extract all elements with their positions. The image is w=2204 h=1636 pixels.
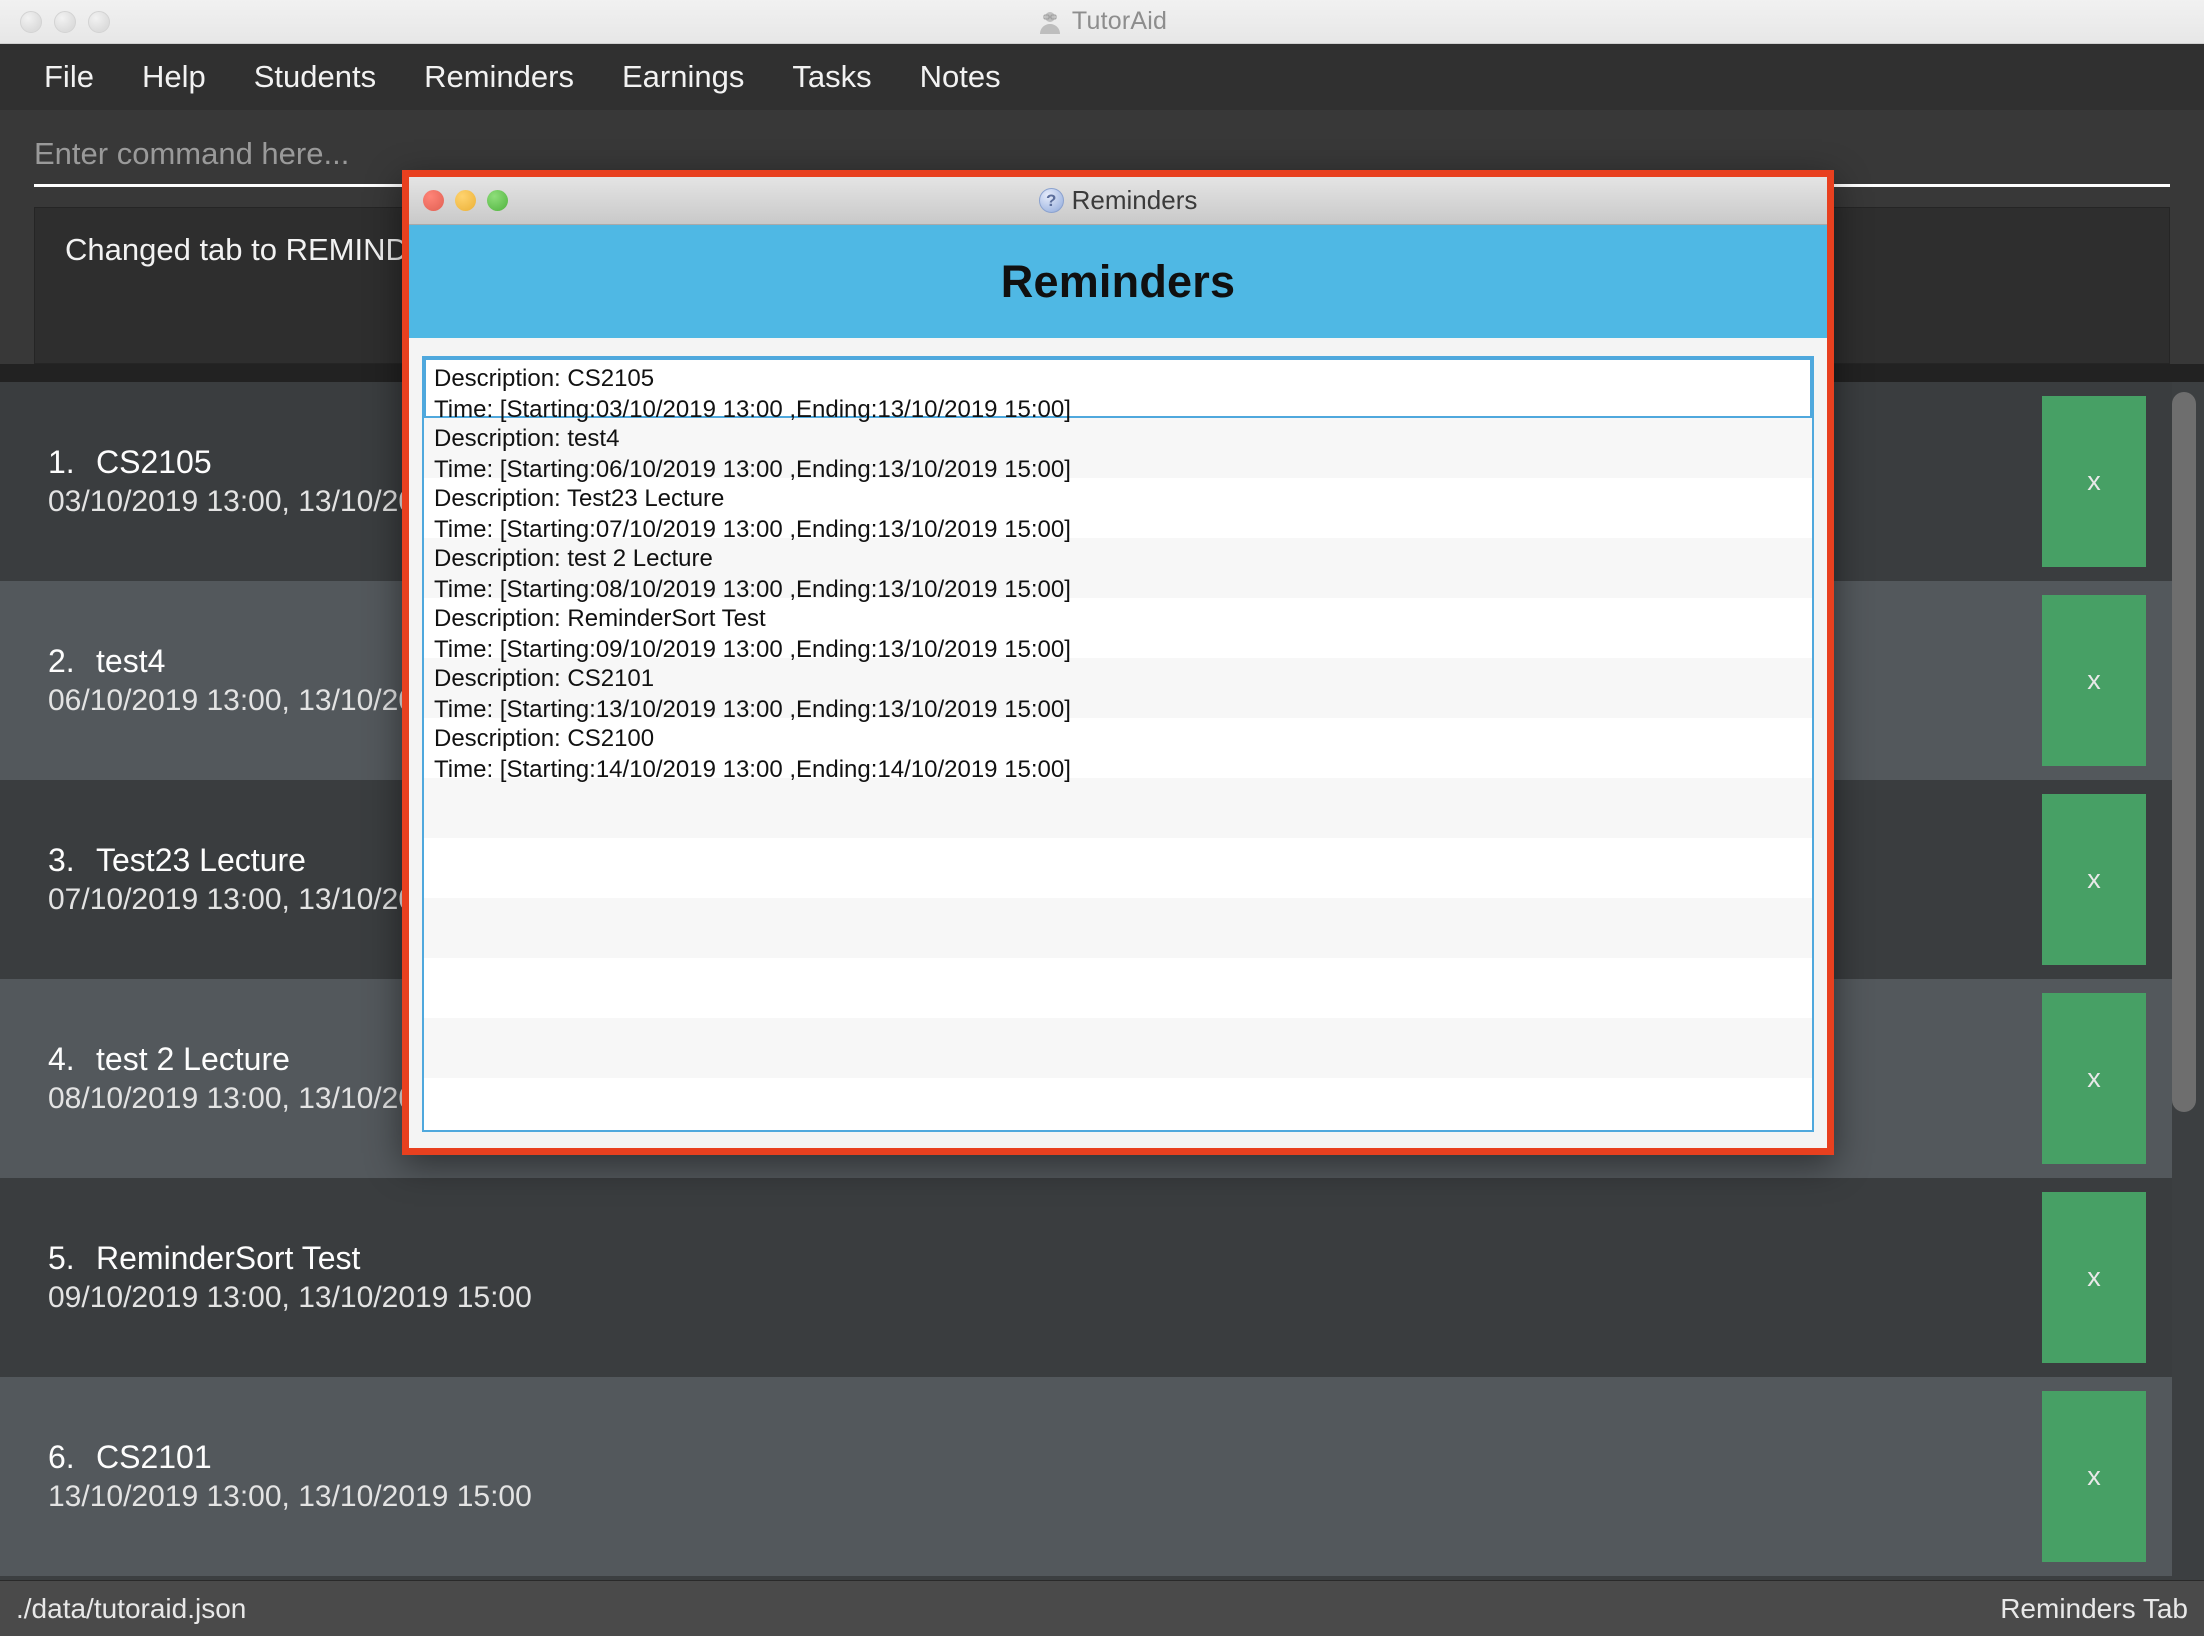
dialog-minimize-button[interactable] <box>455 190 476 211</box>
delete-reminder-button[interactable]: x <box>2042 396 2146 567</box>
list-item[interactable]: Description: test4 Time: [Starting:06/10… <box>424 418 1812 483</box>
delete-reminder-button[interactable]: x <box>2042 595 2146 766</box>
dialog-header-title: Reminders <box>1000 255 1236 307</box>
dialog-window-title: Reminders <box>1071 185 1198 215</box>
menu-item-help[interactable]: Help <box>118 55 230 99</box>
item-time: Time: [Starting:14/10/2019 13:00 ,Ending… <box>434 756 1071 784</box>
item-time: Time: [Starting:13/10/2019 13:00 ,Ending… <box>434 696 1071 724</box>
reminder-time: 13/10/2019 13:00, 13/10/2019 15:00 <box>48 1480 532 1513</box>
reminder-title: 5. ReminderSort Test <box>48 1240 2018 1277</box>
reminders-dialog: ? Reminders Reminders Description: CS210… <box>402 170 1834 1155</box>
menu-item-reminders[interactable]: Reminders <box>400 55 598 99</box>
list-item[interactable]: Description: test 2 Lecture Time: [Start… <box>424 538 1812 603</box>
menu-item-earnings[interactable]: Earnings <box>598 55 768 99</box>
item-description: Description: CS2101 <box>434 665 655 692</box>
help-question-icon: ? <box>1038 188 1064 213</box>
reminder-index: 5. <box>48 1240 75 1276</box>
delete-reminder-button[interactable]: x <box>2042 1192 2146 1363</box>
delete-reminder-button[interactable]: x <box>2042 993 2146 1164</box>
list-item[interactable]: Description: CS2100 Time: [Starting:14/1… <box>424 718 1812 783</box>
reminder-name: CS2105 <box>96 444 212 480</box>
dialog-titlebar: ? Reminders <box>409 177 1827 225</box>
menu-item-students[interactable]: Students <box>230 55 400 99</box>
item-description: Description: test 2 Lecture <box>434 545 713 572</box>
table-row[interactable]: 5. ReminderSort Test 09/10/2019 13:00, 13… <box>0 1178 2172 1377</box>
list-item-empty <box>424 958 1812 1018</box>
list-item-empty <box>424 838 1812 898</box>
item-description: Description: ReminderSort Test <box>434 605 766 632</box>
item-description: Description: Test23 Lecture <box>434 485 725 512</box>
list-item[interactable]: Description: ReminderSort Test Time: [St… <box>424 598 1812 663</box>
list-scrollbar[interactable] <box>2172 382 2204 1580</box>
status-current-tab: Reminders Tab <box>2000 1592 2188 1624</box>
reminder-index: 6. <box>48 1439 75 1475</box>
item-time: Time: [Starting:08/10/2019 13:00 ,Ending… <box>434 576 1071 604</box>
minimize-button[interactable] <box>54 10 76 33</box>
reminder-name: CS2101 <box>96 1439 212 1475</box>
list-item-empty <box>424 1018 1812 1078</box>
delete-reminder-button[interactable]: x <box>2042 794 2146 965</box>
item-time: Time: [Starting:03/10/2019 13:00 ,Ending… <box>434 396 1071 424</box>
reminder-time: 09/10/2019 13:00, 13/10/2019 15:00 <box>48 1281 532 1314</box>
tutor-person-icon <box>1037 9 1063 35</box>
reminder-name: test4 <box>96 643 166 679</box>
reminder-name: Test23 Lecture <box>96 842 306 878</box>
list-item[interactable]: Description: CS2101 Time: [Starting:13/1… <box>424 658 1812 723</box>
reminder-index: 4. <box>48 1041 75 1077</box>
dialog-header: Reminders <box>409 225 1827 338</box>
reminder-name: test 2 Lecture <box>96 1041 290 1077</box>
dialog-title-group: ? Reminders <box>409 185 1827 216</box>
app-title: TutorAid <box>1071 7 1168 35</box>
item-description: Description: test4 <box>434 425 620 452</box>
window-traffic-lights <box>20 10 110 33</box>
reminder-index: 3. <box>48 842 75 878</box>
zoom-button[interactable] <box>88 10 110 33</box>
close-button[interactable] <box>20 10 42 33</box>
list-item[interactable]: Description: Test23 Lecture Time: [Start… <box>424 478 1812 543</box>
menubar: File Help Students Reminders Earnings Ta… <box>0 44 2204 110</box>
delete-reminder-button[interactable]: x <box>2042 1391 2146 1562</box>
dialog-body: Description: CS2105 Time: [Starting:03/1… <box>409 338 1827 1148</box>
reminder-text: 5. ReminderSort Test 09/10/2019 13:00, 13… <box>48 1178 2042 1377</box>
scrollbar-thumb[interactable] <box>2172 392 2196 1112</box>
reminder-index: 1. <box>48 444 75 480</box>
dialog-close-button[interactable] <box>423 190 444 211</box>
list-item-empty <box>424 778 1812 838</box>
menu-item-notes[interactable]: Notes <box>896 55 1025 99</box>
item-description: Description: CS2105 <box>434 365 655 392</box>
item-time: Time: [Starting:09/10/2019 13:00 ,Ending… <box>434 636 1071 664</box>
list-item-empty <box>424 1078 1812 1130</box>
window-title-group: TutorAid <box>0 7 2204 36</box>
menu-item-tasks[interactable]: Tasks <box>768 55 895 99</box>
statusbar: ./data/tutoraid.json Reminders Tab <box>0 1580 2204 1636</box>
dialog-zoom-button[interactable] <box>487 190 508 211</box>
item-description: Description: CS2100 <box>434 725 655 752</box>
reminder-name: ReminderSort Test <box>96 1240 361 1276</box>
status-save-location: ./data/tutoraid.json <box>16 1592 247 1624</box>
reminder-index: 2. <box>48 643 75 679</box>
item-time: Time: [Starting:07/10/2019 13:00 ,Ending… <box>434 516 1071 544</box>
dialog-reminder-list: Description: CS2105 Time: [Starting:03/1… <box>422 356 1814 1132</box>
dialog-traffic-lights <box>423 190 508 211</box>
reminder-text: 6. CS2101 13/10/2019 13:00, 13/10/2019 15… <box>48 1377 2042 1576</box>
list-item[interactable]: Description: CS2105 Time: [Starting:03/1… <box>424 358 1812 423</box>
item-time: Time: [Starting:06/10/2019 13:00 ,Ending… <box>434 456 1071 484</box>
table-row[interactable]: 6. CS2101 13/10/2019 13:00, 13/10/2019 15… <box>0 1377 2172 1576</box>
window-titlebar: TutorAid <box>0 0 2204 44</box>
menu-item-file[interactable]: File <box>20 55 118 99</box>
reminder-title: 6. CS2101 <box>48 1439 2018 1476</box>
list-item-empty <box>424 898 1812 958</box>
